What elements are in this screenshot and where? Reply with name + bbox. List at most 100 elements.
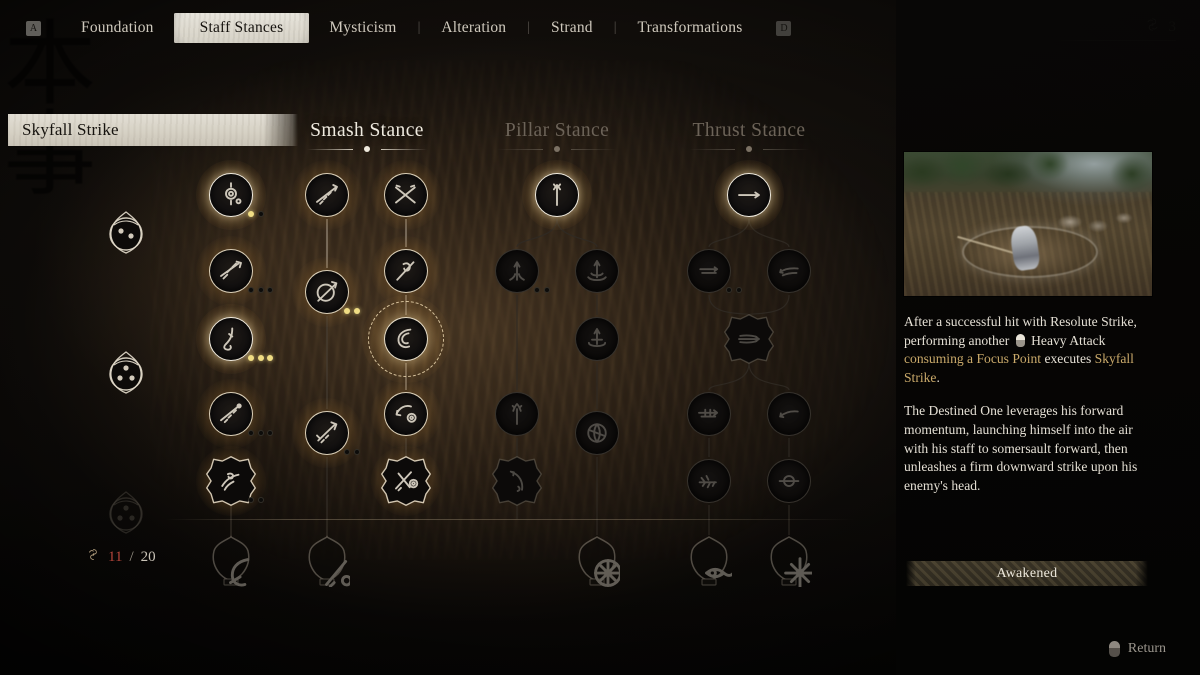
skill-node-staff-thrust[interactable] <box>196 236 266 306</box>
column-header-label: Thrust Stance <box>692 120 806 141</box>
heavy-attack-mouse-icon <box>1015 333 1025 347</box>
ultimate-node-twin[interactable] <box>686 535 732 587</box>
node-rank-pips <box>248 430 273 436</box>
skill-node-thrust-comb[interactable] <box>687 392 731 436</box>
skill-node-staff-strike[interactable] <box>292 160 362 230</box>
thrust-ring-icon <box>774 466 804 496</box>
staff-slash-icon <box>216 399 246 429</box>
cost-current: 11 <box>108 548 123 565</box>
skill-node-pillar-spark[interactable] <box>495 392 539 436</box>
skill-preview-video[interactable] <box>904 152 1152 296</box>
node-rank-pips <box>248 497 264 503</box>
column-header-pillar-stance[interactable]: Pillar Stance <box>457 120 657 153</box>
pip-empty <box>257 430 264 436</box>
skill-description: After a successful hit with Resolute Str… <box>904 313 1156 510</box>
skill-node-staff-cross[interactable] <box>371 160 441 230</box>
skill-node-pillar-arc[interactable] <box>492 456 542 506</box>
pillar-arc-icon <box>502 466 532 496</box>
tree-edge <box>748 294 790 316</box>
pillar-rise-icon <box>542 180 572 210</box>
skill-node-staff-gear[interactable] <box>371 446 441 516</box>
skill-node-staff-coil[interactable] <box>196 446 266 516</box>
return-label: Return <box>1127 641 1166 656</box>
key-hint-d[interactable]: D <box>776 20 792 36</box>
column-header-thrust-stance[interactable]: Thrust Stance <box>649 120 849 153</box>
pip-empty <box>257 211 264 217</box>
ultimate-node-crescent[interactable] <box>208 535 254 587</box>
skill-node-skyfall-strike[interactable] <box>362 295 450 383</box>
thrust-comb-icon <box>694 399 724 429</box>
ultimate-node-wheel[interactable] <box>574 535 620 587</box>
thrust-dash-icon <box>694 256 724 286</box>
column-header-underline <box>689 146 809 153</box>
skill-node-staff-orbit[interactable] <box>371 379 441 449</box>
skill-node-staff-sweep[interactable] <box>371 236 441 306</box>
pip-empty <box>344 449 350 455</box>
ultimate-node-star[interactable] <box>766 535 812 587</box>
skill-node-pillar-root[interactable] <box>495 249 539 293</box>
staff-pierce-icon <box>312 277 342 307</box>
skill-node-thrust-wave[interactable] <box>767 249 811 293</box>
tab-foundation[interactable]: Foundation <box>61 14 174 42</box>
skill-node-thrust-dash[interactable] <box>687 249 731 293</box>
column-header-underline <box>307 146 427 153</box>
cost-max: 20 <box>140 548 156 565</box>
awakened-status-button[interactable]: Awakened <box>906 561 1148 586</box>
skill-node-thrust-rain[interactable] <box>687 459 731 503</box>
skill-node-pillar-spread[interactable] <box>575 249 619 293</box>
pip-empty <box>726 287 732 293</box>
ultimate-row-divider <box>165 519 855 520</box>
skill-node-staff-cleave[interactable] <box>292 398 362 468</box>
tab-transformations[interactable]: Transformations <box>618 14 763 42</box>
skill-node-pillar-bowl[interactable] <box>575 317 619 361</box>
pip-empty <box>267 287 273 293</box>
staff-gear-icon <box>391 466 421 496</box>
pip-filled <box>353 308 360 314</box>
skill-node-pillar-fan[interactable] <box>575 411 619 455</box>
column-header-label: Smash Stance <box>310 120 424 141</box>
tree-edge <box>748 362 790 391</box>
key-hint-a[interactable]: A <box>26 20 41 36</box>
pip-filled <box>257 355 264 361</box>
skill-node-thrust-line[interactable] <box>714 160 784 230</box>
rank-medallion-1[interactable] <box>100 207 152 259</box>
skill-node-thrust-burst[interactable] <box>724 314 774 364</box>
node-rank-pips <box>726 287 742 293</box>
pip-filled <box>267 355 273 361</box>
skill-node-thrust-slide[interactable] <box>767 392 811 436</box>
rank-medallion-2[interactable] <box>100 347 152 399</box>
rank-medallion-3[interactable] <box>100 487 152 539</box>
skill-node-staff-slash[interactable] <box>196 379 266 449</box>
pip-filled <box>344 308 350 314</box>
staff-thrust-icon <box>216 256 246 286</box>
skill-node-thrust-ring[interactable] <box>767 459 811 503</box>
tree-edge <box>708 294 750 316</box>
desc-p1-b: Heavy Attack <box>1027 332 1106 348</box>
pip-filled <box>248 355 254 361</box>
selected-node-ring <box>368 301 444 377</box>
column-header-smash-stance[interactable]: Smash Stance <box>267 120 467 153</box>
category-tabs: Foundation Staff Stances Mysticism | Alterat… <box>61 13 762 43</box>
skill-node-staff-hook[interactable] <box>196 304 266 374</box>
tree-edge <box>708 362 750 391</box>
desc-p1-d: . <box>936 369 940 385</box>
node-rank-pips <box>248 355 273 361</box>
skill-tree-screen: 本 事 A Foundation Staff Stances Mysticism | A… <box>0 0 1200 675</box>
tab-staff-stances[interactable]: Staff Stances <box>174 13 310 43</box>
staff-spin-icon <box>216 180 246 210</box>
thrust-rain-icon <box>694 466 724 496</box>
ultimate-node-club[interactable] <box>304 535 350 587</box>
thrust-line-icon <box>734 180 764 210</box>
return-hint[interactable]: Return <box>1108 641 1166 657</box>
skill-node-staff-pierce[interactable] <box>292 257 362 327</box>
tab-alteration[interactable]: Alteration <box>421 14 526 42</box>
tab-strand[interactable]: Strand <box>531 14 613 42</box>
column-header-underline <box>497 146 617 153</box>
node-rank-pips <box>534 287 550 293</box>
skill-node-pillar-rise[interactable] <box>522 160 592 230</box>
awakened-label: Awakened <box>996 565 1058 581</box>
tab-mysticism[interactable]: Mysticism <box>309 14 416 42</box>
staff-hook-icon <box>216 324 246 354</box>
skill-node-staff-spin[interactable] <box>196 160 266 230</box>
pillar-root-icon <box>502 256 532 286</box>
